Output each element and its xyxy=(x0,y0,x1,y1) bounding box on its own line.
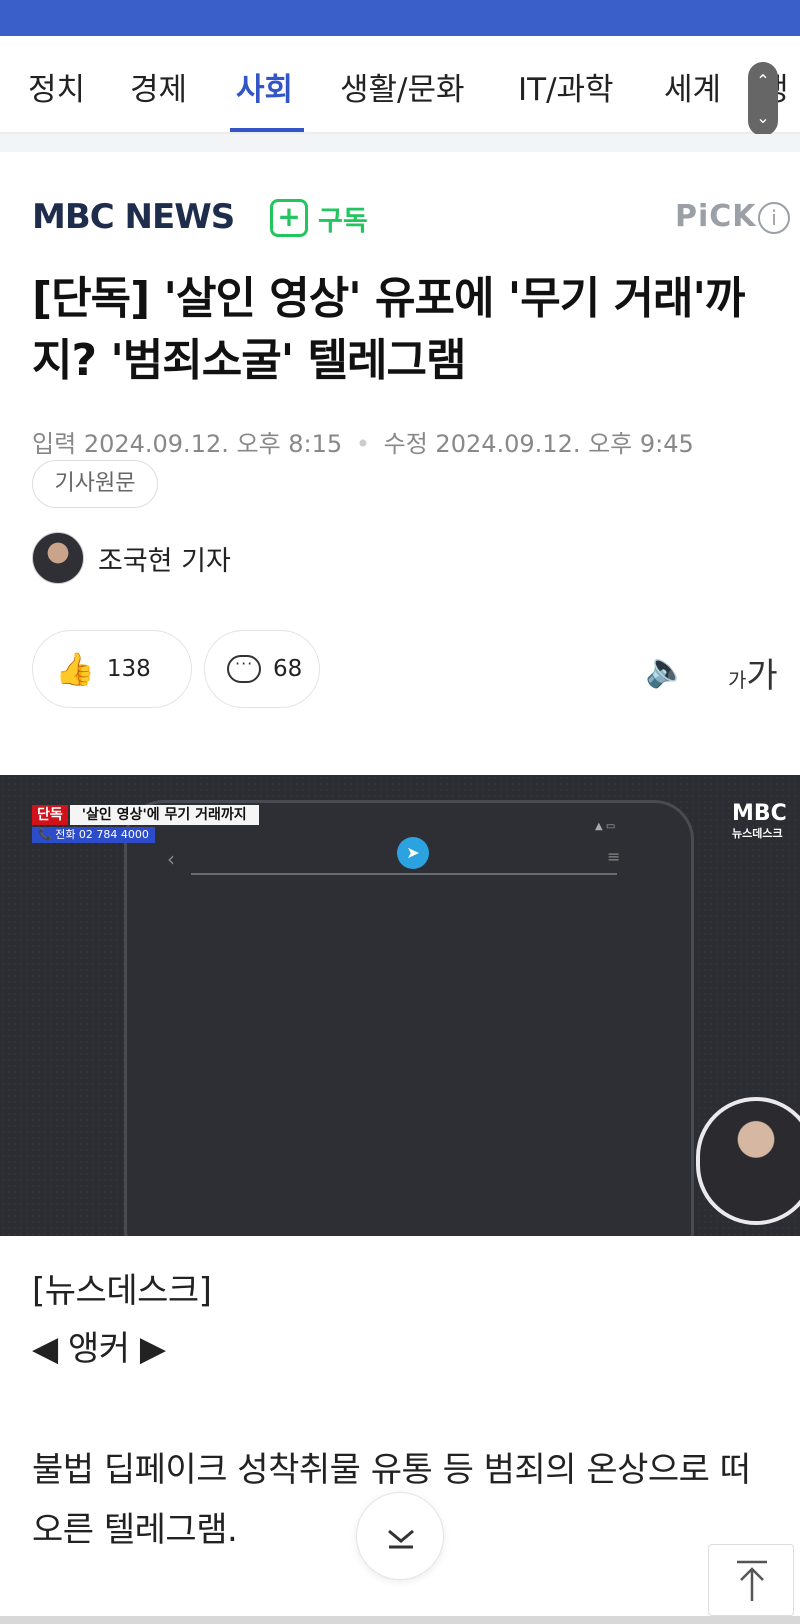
telegram-icon: ➤ xyxy=(397,837,429,869)
tab-life-culture[interactable]: 생활/문화 xyxy=(340,64,465,109)
active-tab-indicator xyxy=(230,128,304,132)
tab-it-science[interactable]: IT/과학 xyxy=(518,64,614,109)
reporter-info[interactable]: 조국현 기자 xyxy=(32,532,231,584)
like-reaction-button[interactable]: 👍 138 xyxy=(32,630,192,708)
press-header: MBC NEWS + 구독 PiCK i xyxy=(0,195,800,241)
video-player[interactable]: ‹ ➤ ▲ ▭ ≡ 단독 '살인 영상'에 무기 거래까지 📞 전화 02 78… xyxy=(0,775,800,1236)
program-name: [뉴스데스크] xyxy=(32,1271,212,1311)
original-article-button[interactable]: 기사원문 xyxy=(32,460,158,508)
article-dates: 입력 2024.09.12. 오후 8:15 • 수정 2024.09.12. … xyxy=(32,424,694,459)
input-label: 입력 xyxy=(32,430,77,458)
thumbs-up-icon: 👍 xyxy=(55,650,95,688)
article-intro: [뉴스데스크] ◀ 앵커 ▶ xyxy=(32,1262,212,1378)
phone-status-icons: ▲ ▭ xyxy=(595,821,616,832)
plus-icon: + xyxy=(270,199,308,237)
top-app-bar xyxy=(0,0,800,36)
phone-illustration: ‹ ➤ ▲ ▭ ≡ xyxy=(124,800,694,1236)
phone-number-bar: 📞 전화 02 784 4000 xyxy=(32,827,155,843)
pick-badge: PiCK xyxy=(675,199,757,234)
article-headline: [단독] '살인 영상' 유포에 '무기 거래'까지? '범죄소굴' 텔레그램 xyxy=(32,273,745,386)
news-ticker: 단독 '살인 영상'에 무기 거래까지 xyxy=(32,805,259,825)
font-size-icon[interactable]: 가가 xyxy=(728,648,778,697)
like-count: 138 xyxy=(106,656,151,682)
edit-label: 수정 xyxy=(383,430,428,458)
menu-icon: ≡ xyxy=(607,847,621,866)
reporter-avatar[interactable] xyxy=(32,532,84,584)
bottom-edge xyxy=(0,1616,800,1624)
nav-scroll-control[interactable]: ⌃ ⌄ xyxy=(748,62,778,136)
section-divider xyxy=(0,134,800,152)
tab-economy[interactable]: 경제 xyxy=(130,64,187,109)
program-logo: 뉴스데스크 xyxy=(732,827,783,840)
speaker-icon[interactable]: 🔈 xyxy=(645,650,687,690)
comment-count: 68 xyxy=(273,656,303,682)
subscribe-button[interactable]: + 구독 xyxy=(270,199,368,237)
tab-politics[interactable]: 정치 xyxy=(28,64,85,109)
edit-date: 2024.09.12. 오후 9:45 xyxy=(435,430,694,458)
press-logo[interactable]: MBC NEWS xyxy=(32,197,235,237)
anchor-label: ◀ 앵커 ▶ xyxy=(32,1329,166,1369)
comment-button[interactable]: 68 xyxy=(204,630,320,708)
ticker-title: '살인 영상'에 무기 거래까지 xyxy=(69,805,259,825)
subscribe-label: 구독 xyxy=(318,205,368,237)
expand-button[interactable] xyxy=(356,1492,444,1580)
broadcaster-logo: MBC xyxy=(732,801,787,826)
chevron-down-icon xyxy=(388,1529,414,1549)
arrow-up-icon xyxy=(737,1560,767,1601)
scroll-to-top-button[interactable] xyxy=(708,1544,794,1616)
category-nav: 정치 경제 사회 생활/문화 IT/과학 세계 랭 ⌃ ⌄ xyxy=(0,36,800,136)
sign-language-interpreter xyxy=(696,1097,800,1225)
reporter-name[interactable]: 조국현 기자 xyxy=(98,539,231,578)
phone-divider xyxy=(191,873,617,875)
info-icon[interactable]: i xyxy=(758,202,790,234)
comment-icon xyxy=(227,654,261,683)
chevron-up-icon[interactable]: ⌃ xyxy=(748,62,778,99)
chevron-down-icon[interactable]: ⌄ xyxy=(748,99,778,136)
input-date: 2024.09.12. 오후 8:15 xyxy=(83,430,343,458)
tab-world[interactable]: 세계 xyxy=(664,64,721,109)
date-separator: • xyxy=(355,430,370,458)
tab-society[interactable]: 사회 xyxy=(236,64,293,109)
back-icon: ‹ xyxy=(167,847,175,871)
exclusive-badge: 단독 xyxy=(32,805,68,825)
